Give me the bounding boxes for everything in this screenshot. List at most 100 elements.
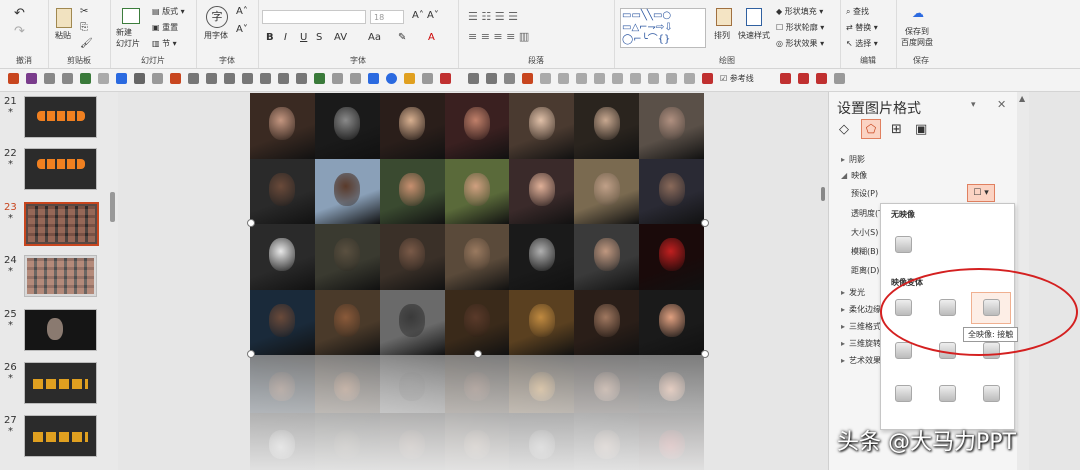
- text-box-icon[interactable]: [116, 73, 127, 84]
- change-case-icon[interactable]: Aa: [368, 32, 381, 43]
- slide-thumbnail[interactable]: [24, 309, 97, 351]
- bullets-icon[interactable]: ☰ ☷ ☰ ☰: [468, 10, 518, 23]
- section-shadow[interactable]: ▸ 阴影: [841, 154, 865, 165]
- align-icon[interactable]: ≡ ≡ ≡ ≡ ▥: [468, 30, 529, 43]
- shape-outline-button[interactable]: ☐ 形状轮廓 ▾: [776, 22, 824, 33]
- underline-icon[interactable]: U: [300, 32, 307, 43]
- char-spacing-icon[interactable]: AV: [334, 32, 347, 43]
- send-backward-icon[interactable]: [648, 73, 659, 84]
- ruler-icon[interactable]: [684, 73, 695, 84]
- font-size-increase-icon[interactable]: A˄: [236, 6, 248, 17]
- distribute-icon[interactable]: [296, 73, 307, 84]
- slideshow-icon[interactable]: [80, 73, 91, 84]
- use-font-button[interactable]: 用字体: [204, 30, 228, 41]
- guides-checkbox[interactable]: ☑ 参考线: [720, 73, 754, 84]
- new-slide-icon[interactable]: [122, 8, 140, 24]
- section-glow[interactable]: ▸ 发光: [841, 287, 865, 298]
- align-right-icon[interactable]: [224, 73, 235, 84]
- thumbnail-scrollbar[interactable]: [110, 192, 115, 222]
- shape-fill-button[interactable]: ◆ 形状填充 ▾: [776, 6, 823, 17]
- quick-styles-icon[interactable]: [746, 8, 762, 26]
- undo-icon[interactable]: ↶: [14, 6, 25, 21]
- pane-options-icon[interactable]: ▾: [971, 100, 976, 110]
- save-to-cloud-button[interactable]: 保存到 百度网盘: [901, 26, 933, 48]
- fill-bucket-icon[interactable]: [404, 73, 415, 84]
- copy-icon[interactable]: ⎘: [80, 22, 88, 33]
- presentation-icon[interactable]: [8, 73, 19, 84]
- preset-dropdown[interactable]: ☐ ▾: [967, 184, 995, 202]
- more-icon[interactable]: [834, 73, 845, 84]
- align-bottom-icon[interactable]: [278, 73, 289, 84]
- effects-icon[interactable]: ⬠: [861, 119, 881, 139]
- cut-icon[interactable]: ✂: [80, 6, 88, 17]
- slide-thumbnail[interactable]: [24, 255, 97, 297]
- no-reflection-option[interactable]: [895, 236, 912, 253]
- arrange-button[interactable]: 排列: [714, 30, 730, 41]
- picture-icon[interactable]: ▣: [915, 122, 927, 137]
- align-middle-icon[interactable]: [260, 73, 271, 84]
- slide-thumbnail[interactable]: [24, 362, 97, 404]
- shape-effects-button[interactable]: ◎ 形状效果 ▾: [776, 38, 824, 49]
- cloud-icon[interactable]: ☁: [912, 6, 924, 20]
- find-button[interactable]: ⌕ 查找: [846, 6, 869, 17]
- font-icon[interactable]: 字: [206, 6, 228, 28]
- font-size-decrease-icon[interactable]: A˅: [236, 24, 248, 35]
- redo-icon[interactable]: ↷: [14, 24, 25, 39]
- selection-pane-icon[interactable]: [558, 73, 569, 84]
- undo-qat-icon[interactable]: [44, 73, 55, 84]
- resize-handle-bottom-right[interactable]: [701, 350, 709, 358]
- grid-icon[interactable]: [666, 73, 677, 84]
- resize-handle-left[interactable]: [247, 219, 255, 227]
- merge-shapes-icon[interactable]: [540, 73, 551, 84]
- fill-line-icon[interactable]: ◇: [839, 122, 849, 137]
- slide-thumbnail[interactable]: [24, 202, 99, 246]
- pen-icon[interactable]: [170, 73, 181, 84]
- font-grow-icon[interactable]: A˄ A˅: [412, 10, 439, 21]
- flip-icon[interactable]: [504, 73, 515, 84]
- layout-button[interactable]: ▤ 版式 ▾: [152, 6, 185, 17]
- format-painter-icon[interactable]: 🖌: [80, 38, 93, 49]
- color-circle-icon[interactable]: [386, 73, 397, 84]
- reflection-option-9[interactable]: [983, 385, 1000, 402]
- size-icon[interactable]: [594, 73, 605, 84]
- align-center-icon[interactable]: [206, 73, 217, 84]
- select-button[interactable]: ↖ 选择 ▾: [846, 38, 878, 49]
- quick-styles-button[interactable]: 快速样式: [738, 30, 770, 41]
- group-icon[interactable]: [332, 73, 343, 84]
- ungroup-icon[interactable]: [350, 73, 361, 84]
- resize-handle-right[interactable]: [701, 219, 709, 227]
- slide-thumbnail[interactable]: [24, 415, 97, 457]
- section-button[interactable]: ▥ 节 ▾: [152, 38, 177, 49]
- laser-icon[interactable]: [816, 73, 827, 84]
- resize-handle-bottom-left[interactable]: [247, 350, 255, 358]
- font-color-icon[interactable]: A: [428, 32, 435, 43]
- paste-button[interactable]: 粘贴: [55, 30, 71, 41]
- rotate-icon[interactable]: [486, 73, 497, 84]
- section-artistic-effects[interactable]: ▸ 艺术效果: [841, 355, 881, 366]
- highlight-icon[interactable]: ✎: [398, 32, 406, 43]
- hash-icon[interactable]: [702, 73, 713, 84]
- section-3d-rotation[interactable]: ▸ 三维旋转: [841, 338, 881, 349]
- align-top-icon[interactable]: [242, 73, 253, 84]
- section-3d-format[interactable]: ▸ 三维格式: [841, 321, 881, 332]
- arrow-icon[interactable]: [522, 73, 533, 84]
- size-properties-icon[interactable]: ⊞: [891, 122, 902, 137]
- color-square-icon[interactable]: [368, 73, 379, 84]
- slide-thumbnail[interactable]: [24, 148, 97, 190]
- crop-icon[interactable]: [468, 73, 479, 84]
- shape-fill-qat-icon[interactable]: [314, 73, 325, 84]
- paste-icon[interactable]: [56, 8, 72, 28]
- replace-button[interactable]: ⇄ 替换 ▾: [846, 22, 878, 33]
- outline-color-icon[interactable]: [440, 73, 451, 84]
- dropper-icon[interactable]: [422, 73, 433, 84]
- shadow-text-icon[interactable]: S: [316, 32, 322, 43]
- redo-qat-icon[interactable]: [62, 73, 73, 84]
- reflection-option-7[interactable]: [895, 385, 912, 402]
- pointer-icon[interactable]: [780, 73, 791, 84]
- reset-button[interactable]: ▣ 重置: [152, 22, 178, 33]
- resize-handle-bottom[interactable]: [474, 350, 482, 358]
- section-reflection[interactable]: ◢ 映像: [841, 170, 867, 181]
- pane-scrollbar-left[interactable]: [821, 187, 825, 201]
- font-size-input[interactable]: 18: [370, 10, 404, 24]
- layer-icon[interactable]: [612, 73, 623, 84]
